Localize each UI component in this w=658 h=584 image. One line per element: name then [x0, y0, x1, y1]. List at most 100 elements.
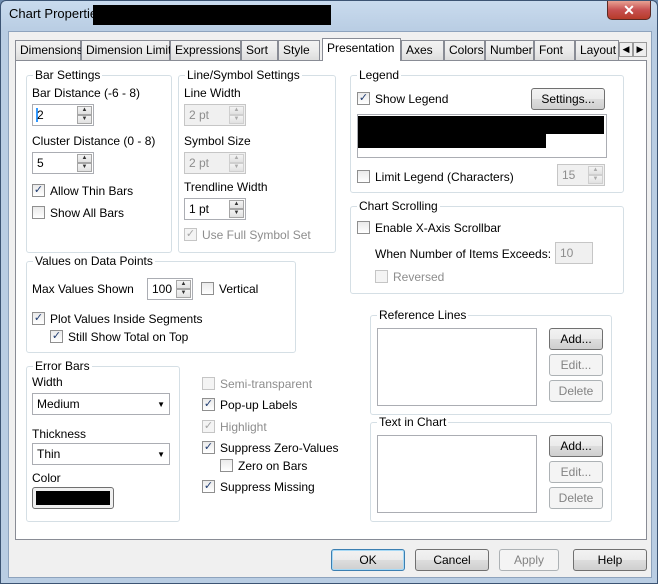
suppress-missing-label: Suppress Missing: [220, 480, 315, 494]
suppress-zero-checkbox[interactable]: ✓: [202, 441, 215, 454]
color-swatch: [36, 491, 110, 505]
symbol-size-label: Symbol Size: [184, 134, 251, 148]
spin-down-icon[interactable]: ▼: [588, 175, 603, 184]
show-legend-checkbox[interactable]: ✓: [357, 92, 370, 105]
close-icon[interactable]: ✕: [607, 1, 651, 20]
show-all-bars-label: Show All Bars: [50, 206, 125, 220]
cluster-distance-stepper[interactable]: 5 ▲ ▼: [32, 152, 94, 174]
tab-sort[interactable]: Sort: [241, 40, 278, 60]
line-width-value: 2 pt: [189, 108, 210, 122]
bar-distance-stepper[interactable]: 2 ▲ ▼: [32, 104, 94, 126]
bar-settings-group: Bar Settings Bar Distance (-6 - 8) 2 ▲ ▼ …: [26, 68, 172, 253]
spin-down-icon[interactable]: ▼: [176, 289, 191, 298]
tab-layout[interactable]: Layout: [575, 40, 619, 60]
zero-on-bars-label: Zero on Bars: [238, 459, 308, 473]
limit-legend-stepper[interactable]: 15 ▲ ▼: [557, 164, 605, 186]
line-width-stepper[interactable]: 2 pt ▲ ▼: [184, 104, 246, 126]
tab-expressions[interactable]: Expressions: [170, 40, 241, 60]
show-all-bars-checkbox[interactable]: [32, 206, 45, 219]
apply-button[interactable]: Apply: [499, 549, 559, 571]
reference-edit-button[interactable]: Edit...: [549, 354, 603, 376]
error-color-button[interactable]: [32, 487, 114, 509]
text-add-button[interactable]: Add...: [549, 435, 603, 457]
enable-scrollbar-checkbox[interactable]: [357, 221, 370, 234]
title-bar[interactable]: Chart Properties ✕: [1, 1, 657, 27]
trendline-width-stepper[interactable]: 1 pt ▲ ▼: [184, 198, 246, 220]
legend-title: Legend: [357, 68, 402, 82]
use-full-symbol-set-checkbox[interactable]: ✓: [184, 228, 197, 241]
tab-strip: Dimensions Dimension Limits Expressions …: [15, 38, 647, 61]
text-in-chart-title: Text in Chart: [377, 415, 449, 429]
line-symbol-title: Line/Symbol Settings: [185, 68, 302, 82]
spin-down-icon[interactable]: ▼: [229, 163, 244, 172]
chevron-down-icon: ▼: [157, 450, 165, 459]
reference-delete-button[interactable]: Delete: [549, 380, 603, 402]
tab-style[interactable]: Style: [278, 40, 320, 60]
cancel-button[interactable]: Cancel: [415, 549, 489, 571]
max-values-value: 100: [152, 282, 173, 296]
reference-lines-list[interactable]: [377, 328, 537, 406]
text-in-chart-list[interactable]: [377, 435, 537, 513]
limit-legend-value: 15: [562, 168, 576, 182]
values-on-points-title: Values on Data Points: [33, 254, 155, 268]
thickness-select[interactable]: Thin ▼: [32, 443, 170, 465]
error-bars-title: Error Bars: [33, 359, 92, 373]
when-exceeds-label: When Number of Items Exceeds:: [375, 247, 552, 261]
tab-axes[interactable]: Axes: [401, 40, 444, 60]
error-width-select[interactable]: Medium ▼: [32, 393, 170, 415]
zero-on-bars-checkbox[interactable]: [220, 459, 233, 472]
vertical-checkbox[interactable]: [201, 282, 214, 295]
use-full-symbol-set-label: Use Full Symbol Set: [202, 228, 311, 242]
reversed-checkbox[interactable]: [375, 270, 388, 283]
chart-properties-window: Chart Properties ✕ Dimensions Dimension …: [0, 0, 658, 584]
spin-up-icon[interactable]: ▲: [588, 166, 603, 175]
allow-thin-bars-checkbox[interactable]: ✓: [32, 184, 45, 197]
limit-legend-label: Limit Legend (Characters): [375, 170, 514, 184]
exceeds-field[interactable]: 10: [555, 242, 593, 264]
spin-up-icon[interactable]: ▲: [77, 154, 92, 163]
tab-number[interactable]: Number: [485, 40, 534, 60]
error-bars-group: Error Bars Width Medium ▼ Thickness Thin…: [26, 359, 180, 522]
tab-colors[interactable]: Colors: [444, 40, 485, 60]
enable-scrollbar-label: Enable X-Axis Scrollbar: [375, 221, 502, 235]
tab-dimension-limits[interactable]: Dimension Limits: [81, 40, 177, 60]
popup-labels-label: Pop-up Labels: [220, 398, 298, 412]
spin-down-icon[interactable]: ▼: [77, 115, 92, 124]
max-values-label: Max Values Shown: [32, 282, 134, 296]
limit-legend-checkbox[interactable]: [357, 170, 370, 183]
spin-down-icon[interactable]: ▼: [229, 115, 244, 124]
semi-transparent-checkbox[interactable]: [202, 377, 215, 390]
spin-down-icon[interactable]: ▼: [77, 163, 92, 172]
tab-presentation[interactable]: Presentation: [322, 38, 401, 61]
redacted-legend-row: [358, 116, 604, 134]
plot-inside-checkbox[interactable]: ✓: [32, 312, 45, 325]
tab-scroll-right-icon[interactable]: ▶: [633, 42, 647, 57]
text-edit-button[interactable]: Edit...: [549, 461, 603, 483]
suppress-missing-checkbox[interactable]: ✓: [202, 480, 215, 493]
highlight-checkbox[interactable]: ✓: [202, 420, 215, 433]
help-button[interactable]: Help: [573, 549, 647, 571]
spin-up-icon[interactable]: ▲: [176, 280, 191, 289]
legend-settings-button[interactable]: Settings...: [531, 88, 605, 110]
spin-up-icon[interactable]: ▲: [229, 200, 244, 209]
spin-up-icon[interactable]: ▲: [229, 106, 244, 115]
tab-scroll-left-icon[interactable]: ◀: [619, 42, 633, 57]
max-values-stepper[interactable]: 100 ▲ ▼: [147, 278, 193, 300]
text-delete-button[interactable]: Delete: [549, 487, 603, 509]
still-show-total-checkbox[interactable]: ✓: [50, 330, 63, 343]
spin-up-icon[interactable]: ▲: [77, 106, 92, 115]
tab-font[interactable]: Font: [534, 40, 575, 60]
spin-up-icon[interactable]: ▲: [229, 154, 244, 163]
symbol-size-value: 2 pt: [189, 156, 210, 170]
popup-labels-checkbox[interactable]: ✓: [202, 398, 215, 411]
bar-settings-title: Bar Settings: [33, 68, 103, 82]
reference-add-button[interactable]: Add...: [549, 328, 603, 350]
symbol-size-stepper[interactable]: 2 pt ▲ ▼: [184, 152, 246, 174]
reference-lines-title: Reference Lines: [377, 308, 469, 322]
tab-dimensions[interactable]: Dimensions: [15, 40, 83, 60]
spin-down-icon[interactable]: ▼: [229, 209, 244, 218]
vertical-label: Vertical: [219, 282, 259, 296]
text-in-chart-group: Text in Chart Add... Edit... Delete: [370, 415, 612, 522]
still-show-total-label: Still Show Total on Top: [68, 330, 189, 344]
ok-button[interactable]: OK: [331, 549, 405, 571]
